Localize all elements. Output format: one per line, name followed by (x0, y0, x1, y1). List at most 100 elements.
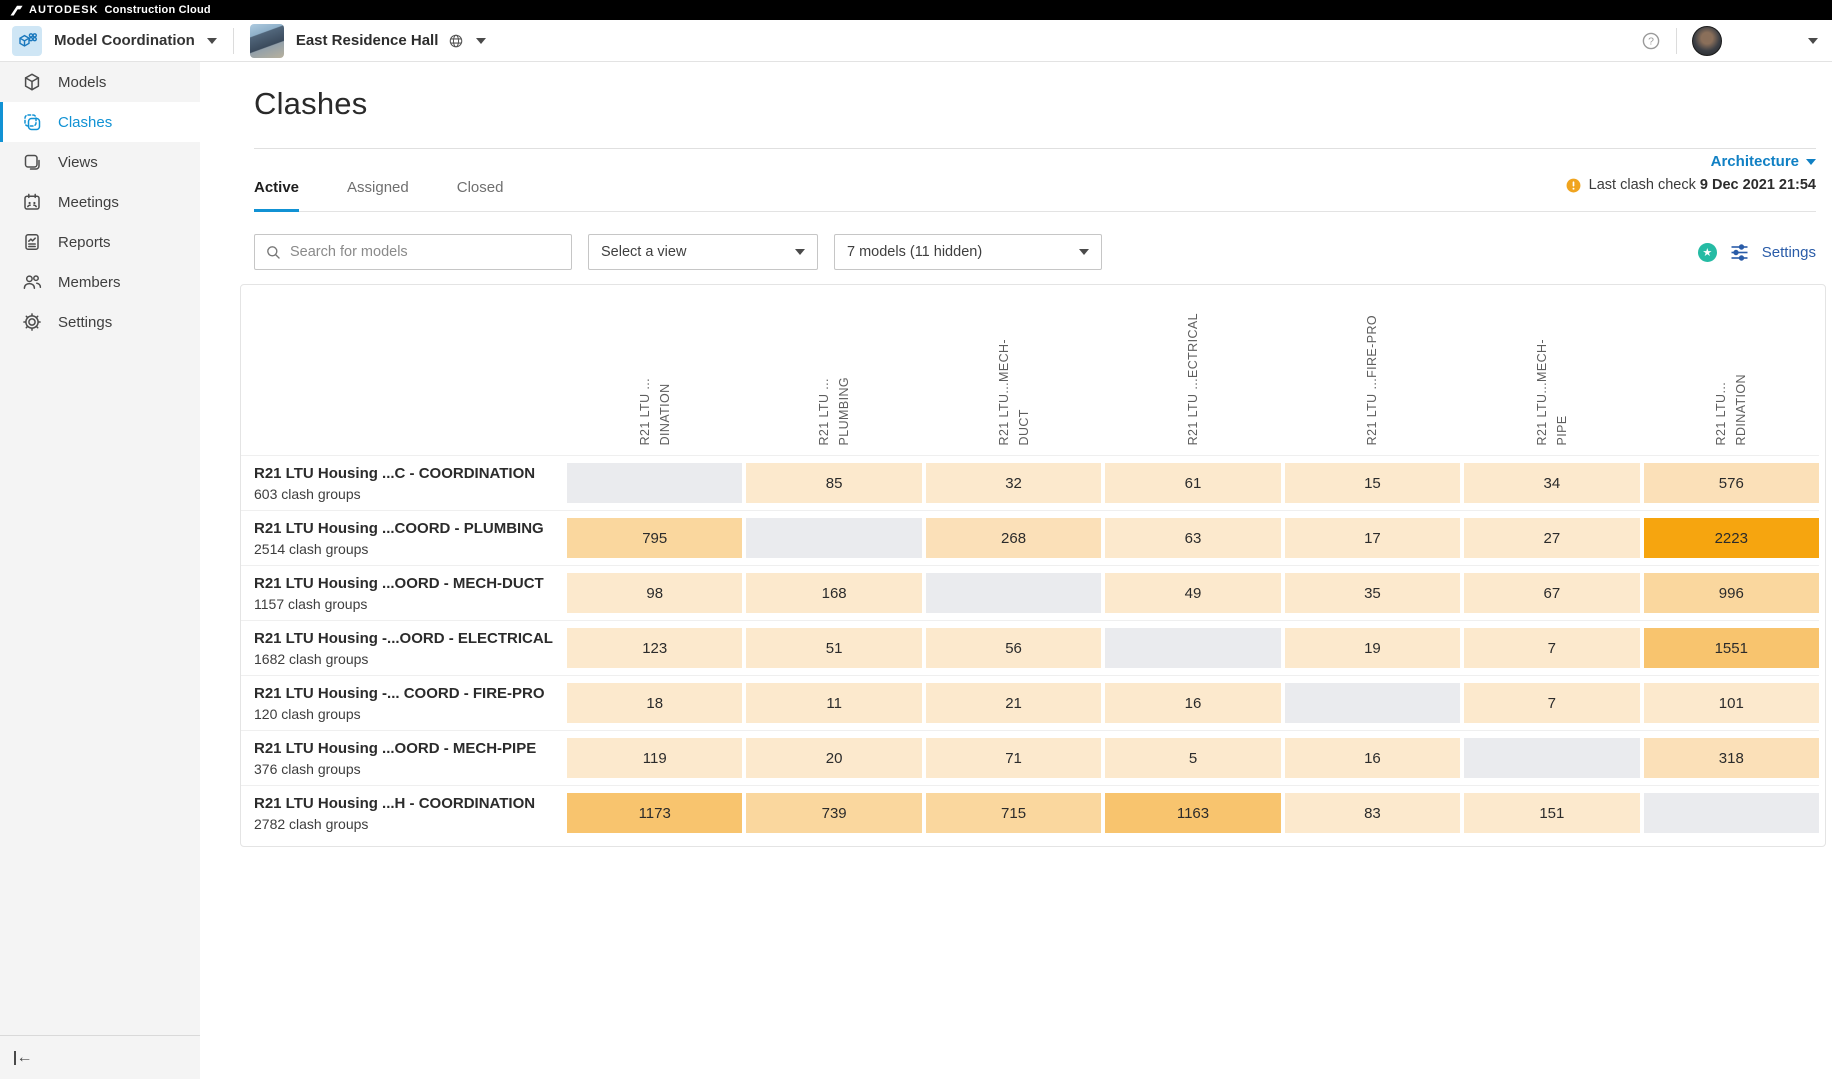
view-select[interactable]: Select a view (588, 234, 818, 270)
main-content: Clashes ActiveAssignedClosed Architectur… (200, 62, 1832, 1079)
clash-cell[interactable]: 996 (1644, 573, 1819, 613)
toolbar: Select a view 7 models (11 hidden) ★ Set… (254, 234, 1816, 270)
clash-cell[interactable]: 17 (1285, 518, 1460, 558)
clash-cell[interactable]: 1163 (1105, 793, 1280, 833)
whats-new-badge[interactable]: ★ (1698, 243, 1717, 262)
clash-cell[interactable]: 32 (926, 463, 1101, 503)
model-label: R21 LTU Housing -... COORD - FIRE-PRO120… (241, 683, 563, 723)
sliders-icon[interactable] (1730, 244, 1749, 261)
gear-icon (22, 312, 42, 332)
clash-cell[interactable]: 168 (746, 573, 921, 613)
sidebar-item-reports[interactable]: Reports (0, 222, 200, 262)
tab-active[interactable]: Active (254, 167, 299, 212)
report-icon (22, 232, 42, 252)
product-switcher[interactable]: Model Coordination (42, 32, 217, 49)
project-switcher[interactable]: East Residence Hall (250, 24, 487, 58)
matrix-column-header: R21 LTU ...FIRE-PRO (1285, 285, 1460, 455)
clash-cell[interactable]: 51 (746, 628, 921, 668)
account-menu-caret[interactable] (1808, 38, 1818, 44)
clash-cell[interactable]: 16 (1285, 738, 1460, 778)
matrix-column-header: R21 LTU...MECH- DUCT (926, 285, 1101, 455)
tab-assigned[interactable]: Assigned (347, 167, 409, 212)
model-label: R21 LTU Housing -...OORD - ELECTRICAL168… (241, 628, 563, 668)
brand-suffix: Construction Cloud (105, 4, 211, 16)
clash-cell[interactable]: 715 (926, 793, 1101, 833)
matrix-column-header: R21 LTU ... PLUMBING (746, 285, 921, 455)
clash-cell[interactable]: 85 (746, 463, 921, 503)
clash-cell[interactable]: 18 (567, 683, 742, 723)
collapse-sidebar-button[interactable]: ← (14, 1049, 33, 1067)
clash-cell[interactable]: 268 (926, 518, 1101, 558)
members-icon (22, 272, 42, 292)
sidebar-item-settings[interactable]: Settings (0, 302, 200, 342)
last-check-label: Last clash check (1589, 177, 1696, 193)
clash-cell[interactable]: 318 (1644, 738, 1819, 778)
matrix-column-header: R21 LTU ...ECTRICAL (1105, 285, 1280, 455)
clash-cell[interactable]: 119 (567, 738, 742, 778)
tab-bar: ActiveAssignedClosed Architecture Last c… (254, 167, 1816, 212)
clash-cell[interactable]: 61 (1105, 463, 1280, 503)
matrix-header-row: R21 LTU ... DINATIONR21 LTU ... PLUMBING… (241, 285, 1819, 455)
clash-cell[interactable]: 1551 (1644, 628, 1819, 668)
sidebar-item-views[interactable]: Views (0, 142, 200, 182)
sidebar-item-meetings[interactable]: Meetings (0, 182, 200, 222)
sidebar-item-members[interactable]: Members (0, 262, 200, 302)
clash-cell[interactable]: 15 (1285, 463, 1460, 503)
models-select[interactable]: 7 models (11 hidden) (834, 234, 1102, 270)
clash-cell[interactable]: 11 (746, 683, 921, 723)
clash-group-count: 1157 clash groups (254, 596, 563, 612)
search-icon (265, 244, 282, 261)
clash-cell[interactable]: 151 (1464, 793, 1639, 833)
help-button[interactable]: ? (1641, 31, 1661, 51)
matrix-settings-button[interactable]: Settings (1762, 244, 1816, 261)
search-input[interactable] (290, 244, 561, 260)
clash-cell[interactable]: 101 (1644, 683, 1819, 723)
clash-cell[interactable]: 67 (1464, 573, 1639, 613)
clash-cell[interactable]: 98 (567, 573, 742, 613)
clash-cell[interactable]: 63 (1105, 518, 1280, 558)
clash-cell[interactable]: 2223 (1644, 518, 1819, 558)
clash-cell[interactable]: 1173 (567, 793, 742, 833)
chevron-down-icon (1806, 159, 1816, 165)
clash-cell[interactable]: 21 (926, 683, 1101, 723)
clash-cell[interactable]: 83 (1285, 793, 1460, 833)
clash-cell[interactable]: 16 (1105, 683, 1280, 723)
avatar[interactable] (1692, 26, 1722, 56)
top-brand-bar: AUTODESK Construction Cloud (0, 0, 1832, 20)
clash-cell[interactable]: 7 (1464, 683, 1639, 723)
globe-icon (448, 33, 464, 49)
sidebar-item-clashes[interactable]: Clashes (0, 102, 200, 142)
autodesk-logo-icon (10, 5, 23, 16)
app-header: Model Coordination East Residence Hall ? (0, 20, 1832, 62)
discipline-filter[interactable]: Architecture (1711, 153, 1816, 170)
sidebar-item-label: Clashes (58, 114, 112, 131)
diagonal-cell (1105, 628, 1280, 668)
clash-cell[interactable]: 576 (1644, 463, 1819, 503)
clash-cell[interactable]: 7 (1464, 628, 1639, 668)
tab-closed[interactable]: Closed (457, 167, 504, 212)
clash-cell[interactable]: 71 (926, 738, 1101, 778)
clash-cell[interactable]: 27 (1464, 518, 1639, 558)
clash-cell[interactable]: 739 (746, 793, 921, 833)
clash-group-count: 376 clash groups (254, 761, 563, 777)
chevron-down-icon (476, 38, 486, 44)
clash-cell[interactable]: 49 (1105, 573, 1280, 613)
matrix-row: R21 LTU Housing -...OORD - ELECTRICAL168… (241, 620, 1819, 675)
model-search[interactable] (254, 234, 572, 270)
clash-cell[interactable]: 20 (746, 738, 921, 778)
model-label: R21 LTU Housing ...OORD - MECH-DUCT1157 … (241, 573, 563, 613)
sidebar-item-models[interactable]: Models (0, 62, 200, 102)
chevron-down-icon (207, 38, 217, 44)
clash-cell[interactable]: 56 (926, 628, 1101, 668)
clash-cell[interactable]: 795 (567, 518, 742, 558)
matrix-row: R21 LTU Housing ...OORD - MECH-DUCT1157 … (241, 565, 1819, 620)
brand-name: AUTODESK (29, 4, 99, 16)
clash-cell[interactable]: 123 (567, 628, 742, 668)
model-name: R21 LTU Housing ...COORD - PLUMBING (254, 520, 563, 537)
clash-icon (22, 112, 42, 132)
clash-cell[interactable]: 34 (1464, 463, 1639, 503)
clash-cell[interactable]: 5 (1105, 738, 1280, 778)
clash-cell[interactable]: 35 (1285, 573, 1460, 613)
matrix-row: R21 LTU Housing ...H - COORDINATION2782 … (241, 785, 1819, 840)
clash-cell[interactable]: 19 (1285, 628, 1460, 668)
